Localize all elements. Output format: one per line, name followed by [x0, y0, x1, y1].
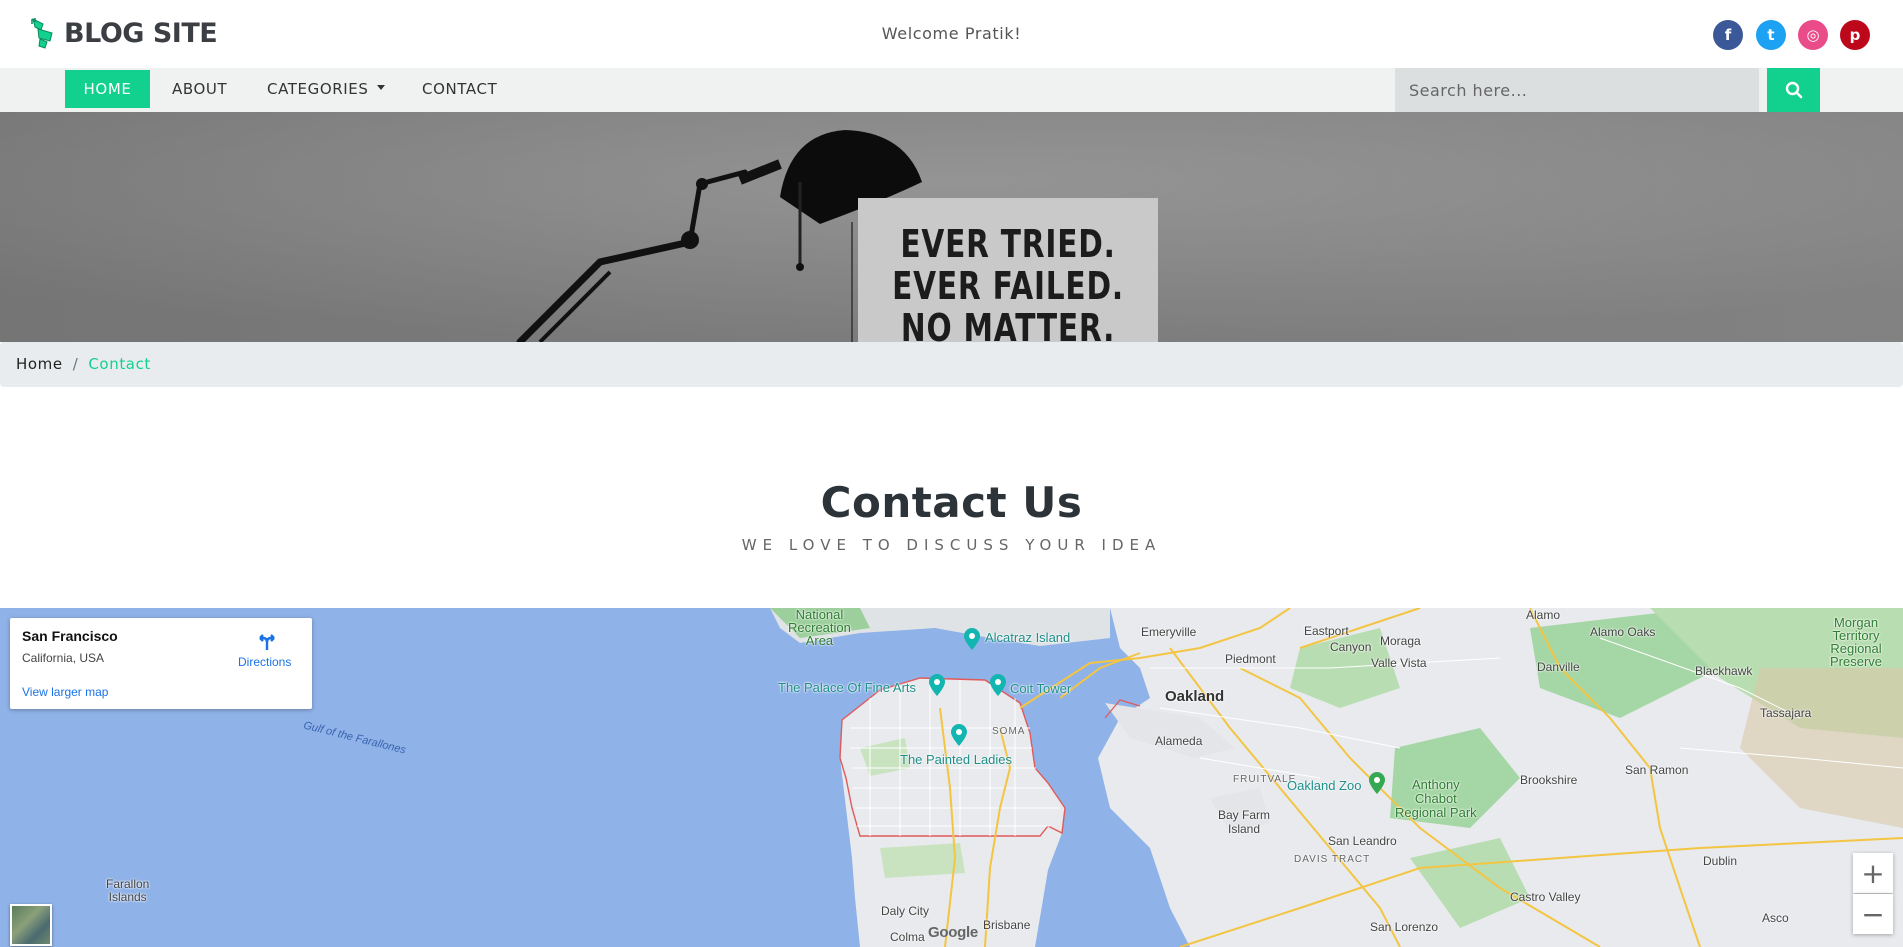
search-input[interactable] [1395, 68, 1759, 112]
map-label-san-ramon: San Ramon [1625, 763, 1689, 777]
satellite-toggle-button[interactable] [10, 904, 52, 946]
zoom-out-button[interactable]: − [1853, 894, 1893, 934]
map-pin-painted-ladies-icon[interactable] [950, 724, 968, 746]
breadcrumb-current: Contact [88, 355, 151, 373]
map-label-piedmont: Piedmont [1225, 652, 1276, 666]
twitter-icon[interactable]: t [1756, 20, 1786, 50]
facebook-icon[interactable]: f [1713, 20, 1743, 50]
map-pin-coit-tower-icon[interactable] [989, 674, 1007, 696]
map-label-san-lorenzo: San Lorenzo [1370, 920, 1439, 934]
pinterest-icon[interactable]: p [1840, 20, 1870, 50]
map-label-dublin: Dublin [1703, 854, 1738, 868]
map-label-alamo-oaks: Alamo Oaks [1590, 625, 1656, 639]
page-subtitle: WE LOVE TO DISCUSS YOUR IDEA [741, 536, 1162, 554]
map-label-blackhawk: Blackhawk [1695, 664, 1753, 678]
map-label-danville: Danville [1537, 660, 1580, 674]
map-label-eastport: Eastport [1304, 624, 1349, 638]
directions-icon[interactable] [256, 630, 278, 652]
map-label-anthony-chabot: Anthony Chabot Regional Park [1395, 777, 1477, 820]
map-label-castro-valley: Castro Valley [1510, 890, 1581, 904]
embedded-map[interactable]: National Recreation Area Alcatraz Island… [0, 608, 1903, 947]
dribbble-icon[interactable]: ◎ [1798, 20, 1828, 50]
map-label-brisbane: Brisbane [983, 918, 1031, 932]
nav-categories[interactable]: CATEGORIES [252, 70, 400, 108]
hero-quote-line-2: EVER FAILED. [892, 264, 1124, 308]
map-label-soma: SOMA [992, 726, 1026, 737]
hero-quote-sign: EVER TRIED. EVER FAILED. NO MATTER. [858, 198, 1158, 342]
breadcrumb-home[interactable]: Home [16, 355, 63, 373]
search-button[interactable] [1767, 68, 1820, 112]
map-label-valle-vista: Valle Vista [1371, 656, 1427, 670]
map-label-oakland-zoo: Oakland Zoo [1287, 778, 1362, 793]
map-pin-alcatraz-icon[interactable] [963, 628, 981, 650]
top-header: BLOG SITE Welcome Pratik! f t ◎ p [0, 0, 1903, 68]
map-label-san-leandro: San Leandro [1328, 834, 1397, 848]
map-label-farallon-islands: Farallon Islands [106, 877, 150, 904]
google-attribution: Google [928, 924, 978, 941]
map-label-davis-tract: DAVIS TRACT [1294, 854, 1371, 865]
hero-banner: EVER TRIED. EVER FAILED. NO MATTER. [0, 112, 1903, 342]
nav-categories-label: CATEGORIES [267, 80, 369, 98]
nav-home[interactable]: HOME [65, 70, 150, 108]
map-label-bay-farm-island: Bay Farm Island [1218, 808, 1271, 836]
directions-link[interactable]: Directions [238, 655, 291, 669]
hero-quote-line-3: NO MATTER. [900, 306, 1116, 342]
map-place-title: San Francisco [22, 628, 118, 644]
nav-about[interactable]: ABOUT [157, 70, 242, 108]
map-place-subtitle: California, USA [22, 651, 105, 665]
map-label-palace-of-fine-arts: The Palace Of Fine Arts [778, 680, 917, 695]
map-label-national-rec: National Recreation Area [788, 608, 851, 648]
map-label-alcatraz: Alcatraz Island [985, 630, 1071, 645]
map-label-oakland: Oakland [1165, 688, 1225, 705]
page-title: Contact Us [820, 478, 1083, 527]
map-label-coit-tower: Coit Tower [1010, 681, 1072, 696]
zoom-in-button[interactable]: + [1853, 853, 1893, 893]
map-label-painted-ladies: The Painted Ladies [900, 752, 1013, 767]
map-label-alameda: Alameda [1155, 734, 1203, 748]
map-label-tassajara: Tassajara [1760, 706, 1812, 720]
map-label-morgan-territory: Morgan Territory Regional Preserve [1830, 615, 1883, 669]
map-pin-oakland-zoo-icon[interactable] [1368, 772, 1386, 794]
map-label-asco: Asco [1762, 911, 1789, 925]
main-navbar: HOME ABOUT CATEGORIES CONTACT [0, 68, 1903, 112]
map-label-alamo: Alamo [1526, 608, 1561, 622]
map-label-brookshire: Brookshire [1520, 773, 1578, 787]
map-label-colma: Colma [890, 930, 925, 944]
search-icon [1785, 81, 1802, 99]
map-pin-palace-icon[interactable] [928, 674, 946, 696]
map-place-card: San Francisco California, USA View large… [10, 618, 312, 709]
welcome-message: Welcome Pratik! [881, 24, 1022, 43]
nav-contact[interactable]: CONTACT [407, 70, 512, 108]
map-label-canyon: Canyon [1330, 640, 1372, 654]
map-label-daly-city: Daly City [881, 904, 930, 918]
chevron-down-icon [376, 85, 385, 90]
view-larger-map-link[interactable]: View larger map [22, 685, 108, 699]
hero-quote-line-1: EVER TRIED. [900, 222, 1116, 266]
map-label-emeryville: Emeryville [1141, 625, 1197, 639]
map-label-moraga: Moraga [1380, 634, 1421, 648]
breadcrumb-separator: / [72, 355, 79, 373]
breadcrumb: Home / Contact [0, 342, 1903, 387]
